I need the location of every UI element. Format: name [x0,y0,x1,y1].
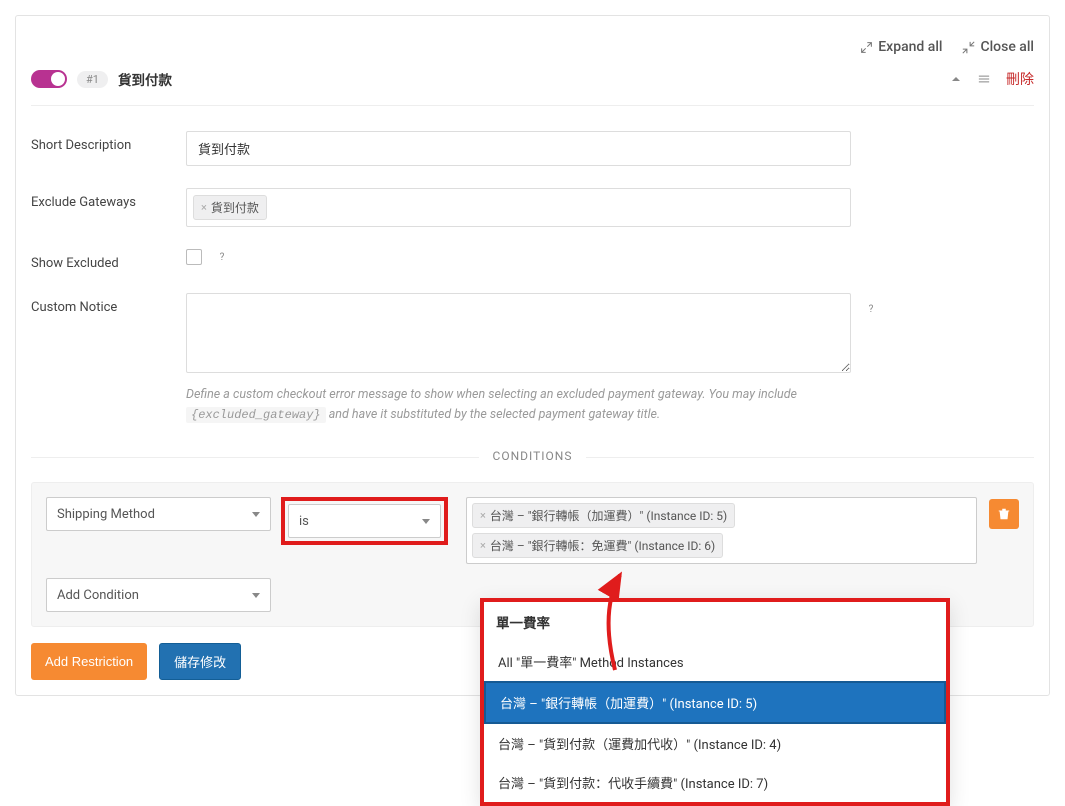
hamburger-icon [978,73,990,85]
gateway-chip: ×貨到付款 [193,195,267,220]
dropdown-option[interactable]: All "單一費率" Method Instances [484,642,946,681]
custom-notice-textarea[interactable] [186,293,851,373]
expand-all-button[interactable]: Expand all [860,39,942,55]
chevron-down-icon [252,512,260,517]
save-changes-button[interactable]: 儲存修改 [159,643,241,680]
drag-handle[interactable] [978,73,990,85]
conditions-divider: CONDITIONS [31,449,1034,464]
remove-chip-icon[interactable]: × [201,201,207,214]
custom-notice-help-icon[interactable]: ? [863,301,879,317]
enable-toggle[interactable] [31,70,67,88]
dropdown-group-header: 單一費率 [484,602,946,642]
dropdown-option[interactable]: 台灣 – "貨到付款（運費加代收）" (Instance ID: 4) [484,724,946,763]
exclude-gateways-select[interactable]: ×貨到付款 [186,188,851,227]
condition-operator-select[interactable]: is [288,504,441,538]
caret-up-icon [950,73,962,85]
add-condition-select[interactable]: Add Condition [46,578,271,612]
custom-notice-help-text: Define a custom checkout error message t… [186,385,851,425]
restriction-id-badge: #1 [77,71,108,88]
value-chip: ×台灣 – "銀行轉帳（加運費）" (Instance ID: 5) [472,503,735,528]
restriction-title: 貨到付款 [118,69,172,89]
shipping-method-dropdown[interactable]: 單一費率 All "單一費率" Method Instances 台灣 – "銀… [480,598,950,806]
remove-chip-icon[interactable]: × [480,539,486,552]
chevron-down-icon [252,593,260,598]
expand-icon [860,41,873,54]
condition-type-select[interactable]: Shipping Method [46,497,271,531]
condition-operator-highlight: is [281,497,448,545]
add-restriction-button[interactable]: Add Restriction [31,643,147,680]
exclude-gateways-label: Exclude Gateways [31,188,186,210]
delete-restriction-button[interactable]: 刪除 [1006,69,1034,89]
custom-notice-label: Custom Notice [31,293,186,315]
collapse-section-button[interactable] [950,73,962,85]
remove-condition-button[interactable] [989,499,1019,529]
dropdown-option[interactable]: 台灣 – "銀行轉帳（加運費）" (Instance ID: 5) [484,681,946,724]
collapse-icon [962,41,975,54]
condition-value-select[interactable]: ×台灣 – "銀行轉帳（加運費）" (Instance ID: 5) ×台灣 –… [466,497,977,564]
restriction-panel: Expand all Close all #1 貨到付款 刪除 Short De… [15,15,1050,696]
close-all-button[interactable]: Close all [962,39,1034,55]
trash-icon [997,507,1011,521]
short-description-label: Short Description [31,131,186,153]
show-excluded-label: Show Excluded [31,249,186,271]
chevron-down-icon [422,519,430,524]
restriction-header: #1 貨到付款 刪除 [31,69,1034,106]
dropdown-option[interactable]: 台灣 – "貨到付款：代收手續費" (Instance ID: 7) [484,763,946,802]
value-chip: ×台灣 – "銀行轉帳：免運費" (Instance ID: 6) [472,533,723,558]
remove-chip-icon[interactable]: × [480,509,486,522]
show-excluded-checkbox[interactable] [186,249,202,265]
show-excluded-help-icon[interactable]: ? [214,249,230,265]
top-actions: Expand all Close all [31,31,1034,69]
short-description-input[interactable] [186,131,851,166]
